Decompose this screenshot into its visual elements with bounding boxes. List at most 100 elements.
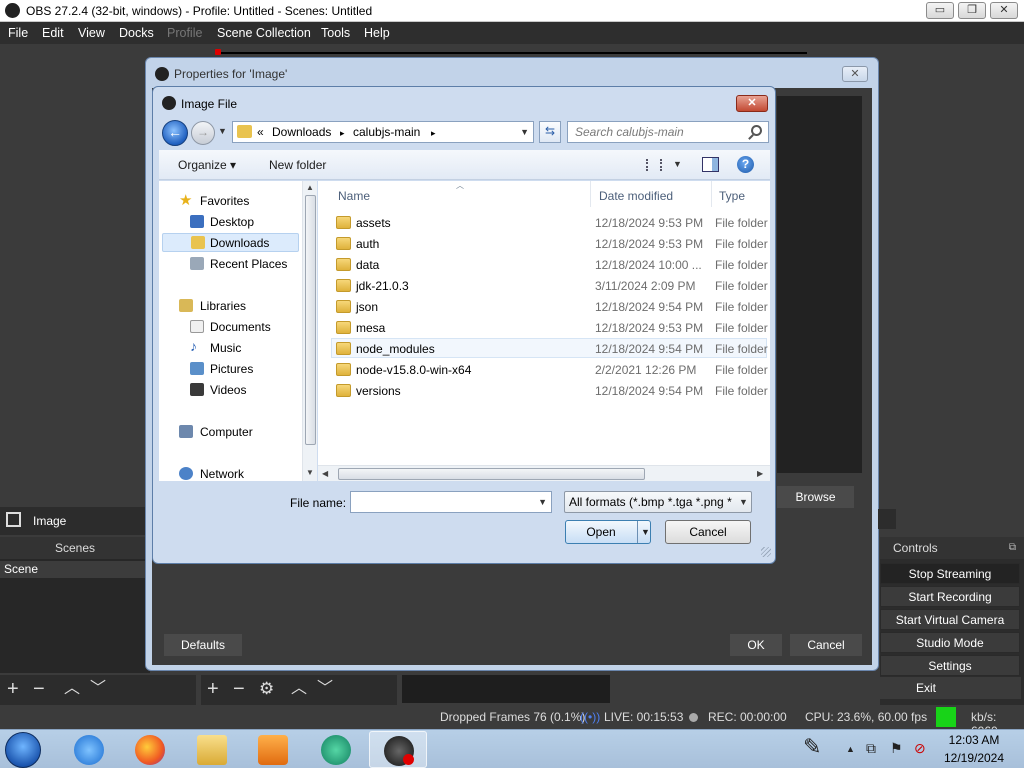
open-button[interactable]: Open ▼ xyxy=(565,520,651,544)
menu-view[interactable]: View xyxy=(78,26,105,40)
file-row[interactable]: auth 12/18/2024 9:53 PM File folder xyxy=(332,234,768,254)
nav-favorites[interactable]: ★ Favorites xyxy=(159,191,299,210)
taskbar-firefox[interactable] xyxy=(121,731,179,768)
file-row[interactable]: node-v15.8.0-win-x64 2/2/2021 12:26 PM F… xyxy=(332,360,768,380)
add-source-icon[interactable]: + xyxy=(207,678,219,700)
column-header-name[interactable]: Name xyxy=(338,189,370,203)
taskbar-media-player[interactable] xyxy=(244,731,302,768)
nav-music[interactable]: ♪ Music xyxy=(159,338,299,357)
back-button[interactable]: ← xyxy=(162,120,188,146)
preview-pane-icon[interactable] xyxy=(702,157,719,172)
file-name-combobox[interactable]: ▼ xyxy=(350,491,552,513)
action-center-flag-icon[interactable]: ⚑ xyxy=(890,740,903,757)
resize-grip-icon[interactable] xyxy=(761,547,771,557)
search-icon[interactable] xyxy=(751,125,762,136)
file-type-filter[interactable]: All formats (*.bmp *.tga *.png * xyxy=(564,491,752,513)
clock-time[interactable]: 12:03 AM xyxy=(944,733,1004,747)
close-button[interactable]: ✕ xyxy=(990,2,1018,19)
menu-file[interactable]: File xyxy=(8,26,28,40)
scroll-up-arrow-icon[interactable]: ▲ xyxy=(306,183,314,192)
start-recording-button[interactable]: Start Recording xyxy=(880,586,1020,607)
column-header-type[interactable]: Type xyxy=(719,189,745,203)
browse-button[interactable]: Browse xyxy=(777,486,854,508)
nav-libraries[interactable]: Libraries xyxy=(159,296,299,315)
cancel-button[interactable]: Cancel xyxy=(665,520,751,544)
nav-videos[interactable]: Videos xyxy=(159,380,299,399)
chevron-down-icon[interactable]: ▼ xyxy=(673,159,682,169)
column-divider[interactable] xyxy=(711,181,712,207)
nav-downloads[interactable]: Downloads xyxy=(162,233,299,252)
nav-documents[interactable]: Documents xyxy=(159,317,299,336)
taskbar-obs[interactable] xyxy=(369,731,427,768)
exit-button[interactable]: Exit xyxy=(831,677,1021,699)
search-input[interactable] xyxy=(568,122,744,142)
maximize-button[interactable]: ❐ xyxy=(958,2,986,19)
menu-scene-collection[interactable]: Scene Collection xyxy=(217,26,311,40)
properties-cancel-button[interactable]: Cancel xyxy=(790,634,862,656)
nav-computer[interactable]: Computer xyxy=(159,422,299,441)
chevron-down-icon[interactable]: ▼ xyxy=(538,497,547,507)
file-row[interactable]: data 12/18/2024 10:00 ... File folder xyxy=(332,255,768,275)
refresh-icon[interactable]: ⇆ xyxy=(539,121,561,143)
navigation-scrollbar[interactable]: ▲ ▼ xyxy=(302,181,317,481)
taskbar-explorer[interactable] xyxy=(183,731,241,768)
help-icon[interactable]: ? xyxy=(737,156,754,173)
minimize-button[interactable]: ▭ xyxy=(926,2,954,19)
stop-streaming-button[interactable]: Stop Streaming xyxy=(880,563,1020,584)
properties-close-button[interactable]: ✕ xyxy=(842,66,868,82)
chevron-right-icon[interactable]: ▸ xyxy=(340,128,345,139)
address-overflow[interactable]: « xyxy=(257,125,264,139)
menu-edit[interactable]: Edit xyxy=(42,26,64,40)
file-name-input[interactable] xyxy=(351,492,531,512)
scene-item[interactable]: Scene xyxy=(0,561,150,578)
preview-handle[interactable] xyxy=(215,49,221,55)
remove-source-icon[interactable]: − xyxy=(233,678,245,700)
file-row[interactable]: assets 12/18/2024 9:53 PM File folder xyxy=(332,213,768,233)
remove-scene-icon[interactable]: − xyxy=(33,678,45,700)
chevron-down-icon[interactable]: ▼ xyxy=(739,497,748,507)
forward-button[interactable]: → xyxy=(191,121,215,145)
undock-icon[interactable]: ⧉ xyxy=(1009,537,1016,559)
column-header-date-modified[interactable]: Date modified xyxy=(599,189,673,203)
change-view-icon[interactable] xyxy=(646,159,662,171)
file-dialog-close-button[interactable]: ✕ xyxy=(736,95,768,112)
navigation-scroll-thumb[interactable] xyxy=(305,195,316,445)
organize-button[interactable]: Organize ▾ xyxy=(178,158,236,172)
file-row[interactable]: mesa 12/18/2024 9:53 PM File folder xyxy=(332,318,768,338)
horizontal-scroll-thumb[interactable] xyxy=(338,468,645,480)
address-segment-calubjs-main[interactable]: calubjs-main xyxy=(353,125,420,139)
open-options-chevron-icon[interactable]: ▼ xyxy=(641,527,650,537)
nav-pictures[interactable]: Pictures xyxy=(159,359,299,378)
column-divider[interactable] xyxy=(590,181,591,207)
menu-tools[interactable]: Tools xyxy=(321,26,350,40)
menu-help[interactable]: Help xyxy=(364,26,390,40)
start-button-windows-icon[interactable] xyxy=(5,732,41,768)
settings-button[interactable]: Settings xyxy=(880,655,1020,676)
menu-docks[interactable]: Docks xyxy=(119,26,154,40)
defaults-button[interactable]: Defaults xyxy=(164,634,242,656)
show-hidden-icons-icon[interactable]: ▲ xyxy=(846,744,855,754)
clock-date[interactable]: 12/19/2024 xyxy=(941,751,1007,765)
file-row[interactable]: versions 12/18/2024 9:54 PM File folder xyxy=(332,381,768,401)
move-up-icon[interactable]: ︿ xyxy=(64,678,80,700)
volume-muted-icon[interactable]: ⊘ xyxy=(914,740,926,757)
add-scene-icon[interactable]: + xyxy=(7,678,19,700)
source-down-icon[interactable]: ﹀ xyxy=(317,678,333,700)
taskbar-internet-explorer[interactable] xyxy=(60,731,118,768)
scroll-right-arrow-icon[interactable]: ▶ xyxy=(757,469,763,478)
move-down-icon[interactable]: ﹀ xyxy=(90,678,106,700)
file-row[interactable]: json 12/18/2024 9:54 PM File folder xyxy=(332,297,768,317)
address-segment-downloads[interactable]: Downloads xyxy=(272,125,331,139)
recent-locations-icon[interactable]: ▼ xyxy=(218,126,227,136)
search-box[interactable] xyxy=(567,121,769,143)
nav-network[interactable]: Network xyxy=(159,464,299,483)
horizontal-scrollbar[interactable]: ◀ ▶ xyxy=(318,465,770,481)
pen-tablet-icon[interactable]: ✎ xyxy=(803,734,821,760)
chevron-down-icon[interactable]: ▼ xyxy=(520,127,529,137)
source-properties-gear-icon[interactable]: ⚙ xyxy=(259,678,274,700)
scroll-down-arrow-icon[interactable]: ▼ xyxy=(306,468,314,477)
start-virtual-camera-button[interactable]: Start Virtual Camera xyxy=(880,609,1020,630)
menu-profile[interactable]: Profile xyxy=(167,26,202,40)
source-up-icon[interactable]: ︿ xyxy=(291,678,307,700)
taskbar-app[interactable] xyxy=(307,731,365,768)
